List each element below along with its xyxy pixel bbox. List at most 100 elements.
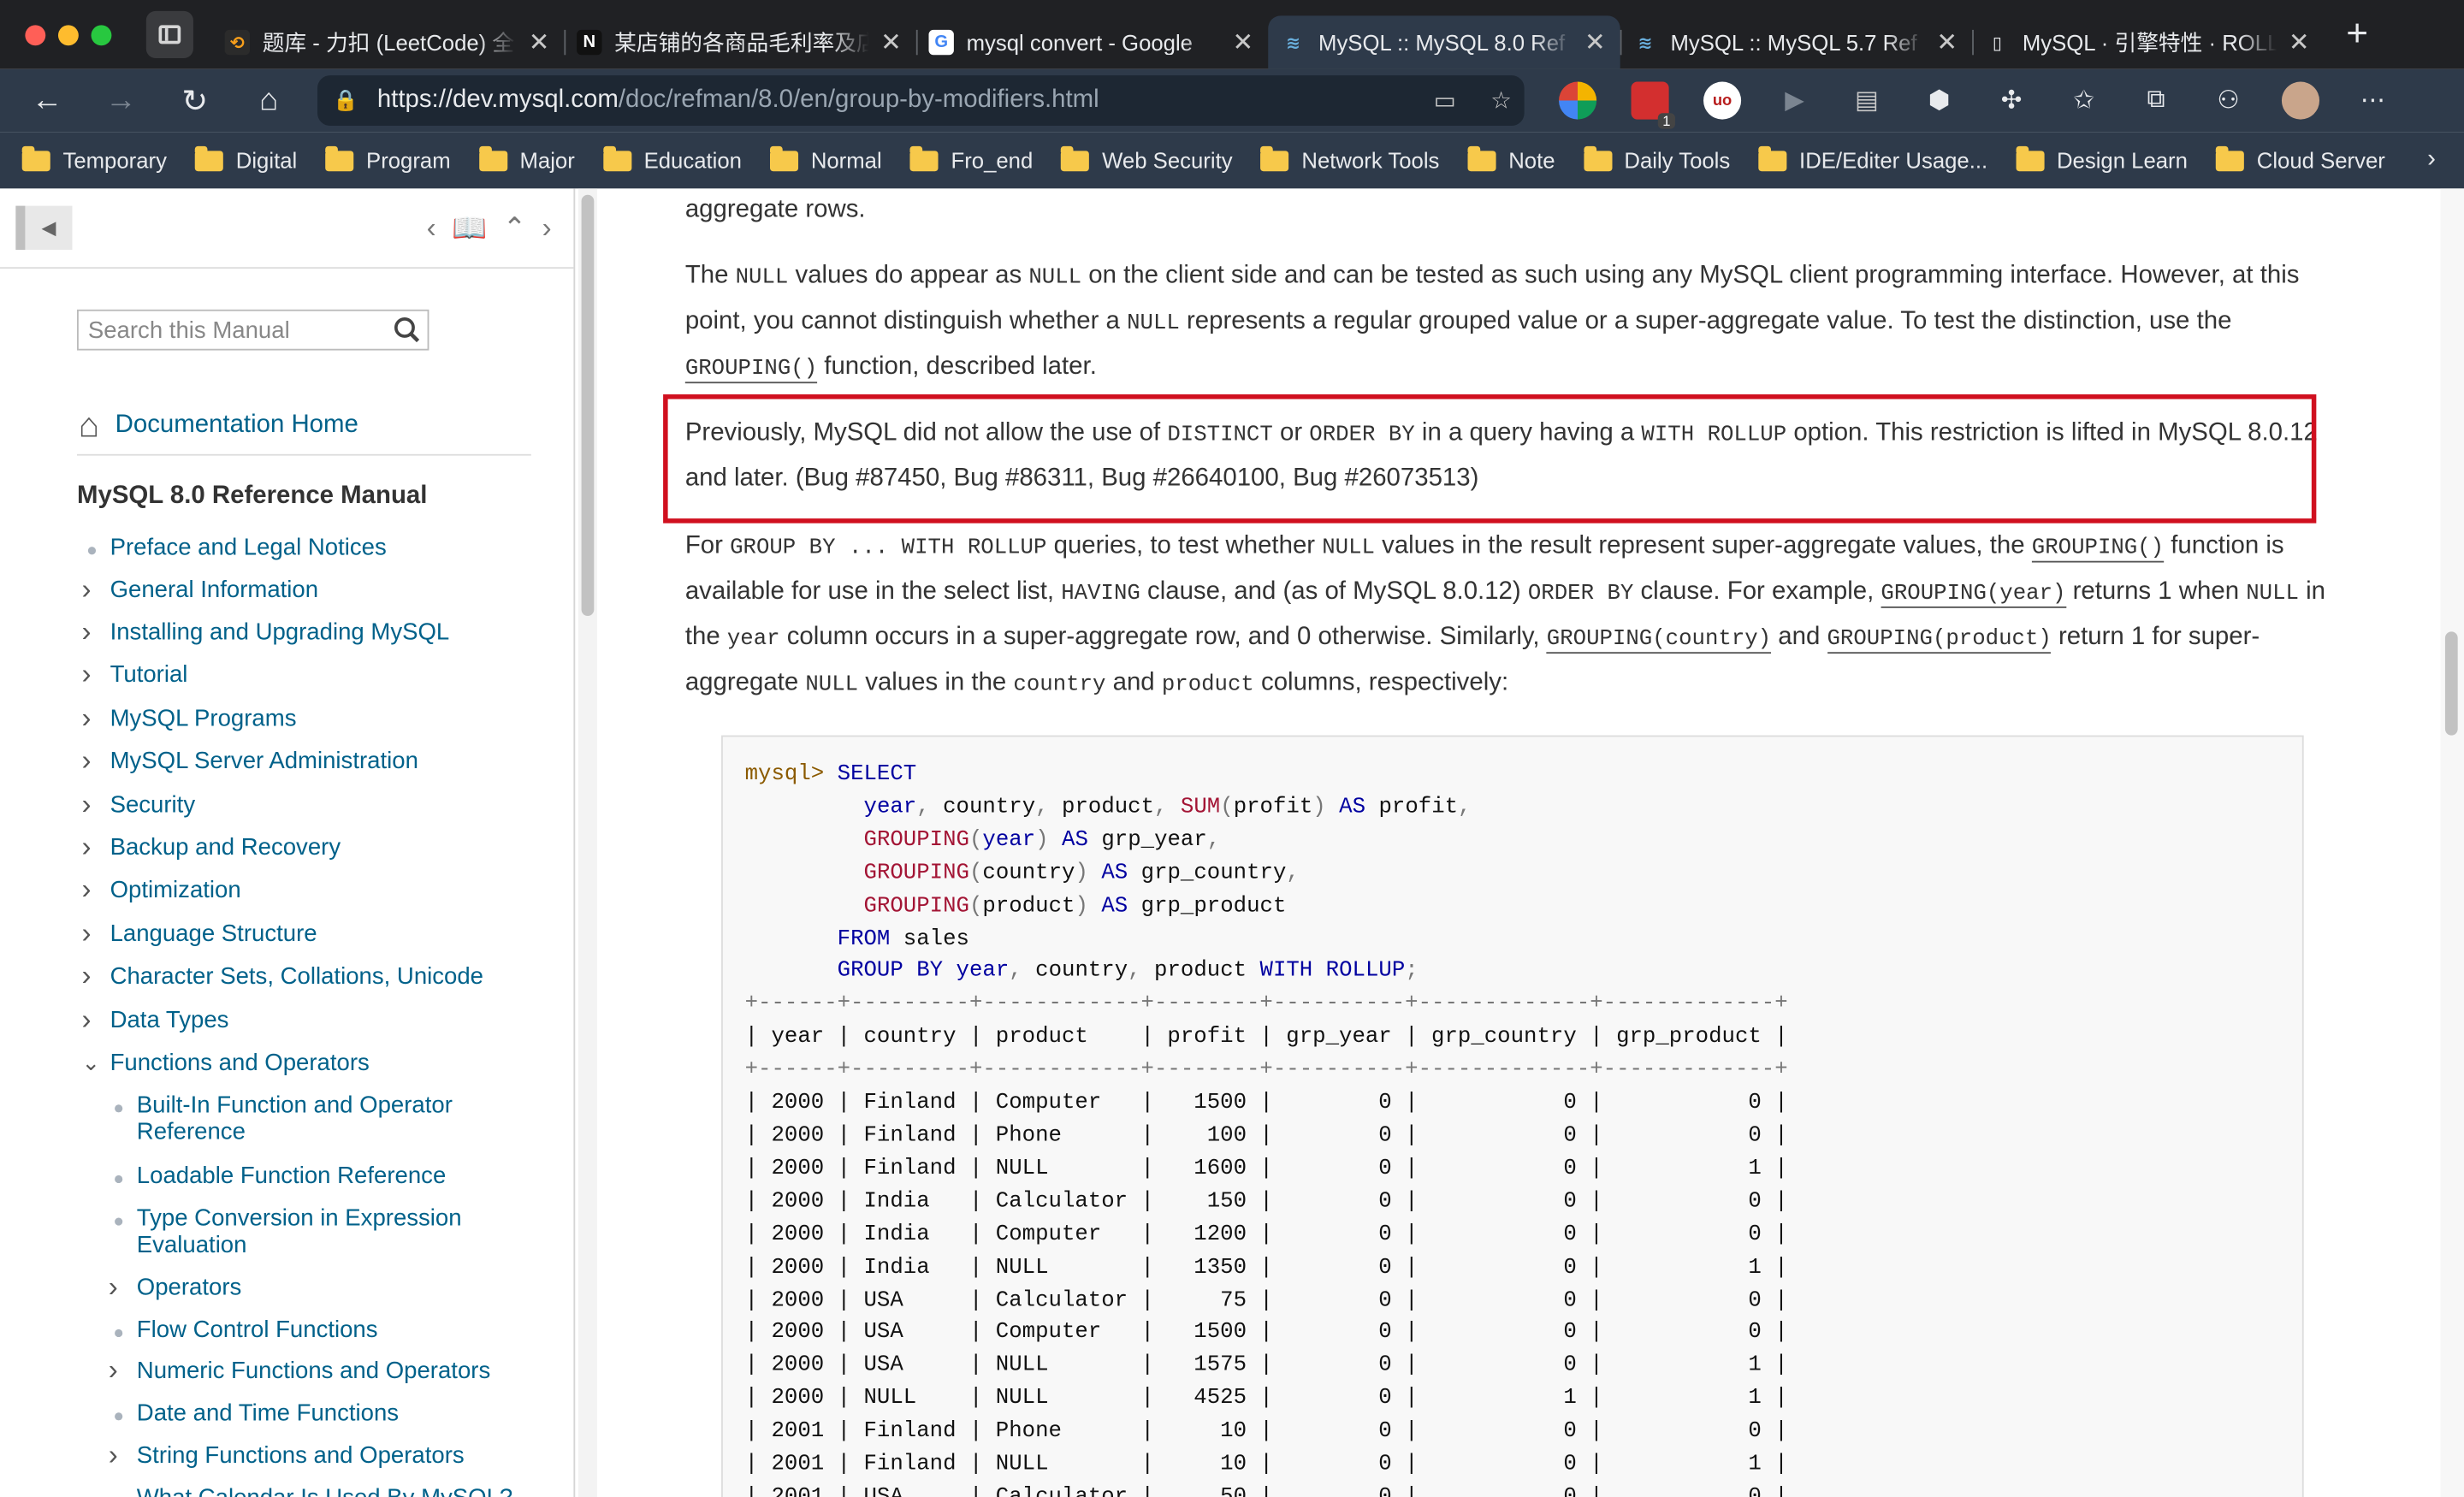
back-icon[interactable]: ←	[21, 74, 74, 127]
function-link[interactable]: GROUPING()	[2031, 535, 2165, 563]
chevron-down-icon[interactable]: ⌄	[82, 1050, 110, 1076]
up-page-icon[interactable]: ⌃	[503, 211, 527, 245]
chevron-right-icon[interactable]: ›	[82, 790, 110, 819]
ublock-origin-icon[interactable]: uo	[1703, 81, 1742, 120]
toc-item[interactable]: › Character Sets, Collations, Unicode	[82, 962, 554, 990]
close-tab-icon[interactable]: ✕	[2286, 27, 2311, 58]
toc-item[interactable]: Built-In Function and Operator Reference	[82, 1092, 554, 1145]
toc-item[interactable]: › Operators	[82, 1273, 554, 1301]
bookmark-folder[interactable]: Note	[1467, 145, 1555, 173]
close-tab-icon[interactable]: ✕	[879, 27, 903, 58]
new-tab-button[interactable]: +	[2346, 13, 2368, 56]
function-link[interactable]: GROUPING(country)	[1546, 626, 1772, 654]
bookmark-folder[interactable]: Network Tools	[1260, 145, 1439, 173]
toc-item[interactable]: › MySQL Programs	[82, 704, 554, 732]
chevron-right-icon[interactable]: ›	[109, 1273, 137, 1301]
next-page-icon[interactable]: ›	[542, 211, 552, 245]
browser-tab[interactable]: ⟲ 题库 - 力扣 (LeetCode) 全 ✕	[212, 15, 564, 68]
profile-switch-icon[interactable]: ⚇	[2209, 82, 2247, 120]
bookmarks-overflow-icon[interactable]: ›	[2427, 146, 2436, 175]
favorites-icon[interactable]: ✩	[2064, 82, 2102, 120]
book-icon[interactable]: 📖	[452, 211, 487, 245]
bookmark-folder[interactable]: Education	[602, 145, 742, 173]
toc-item[interactable]: › Optimization	[82, 875, 554, 903]
bookmark-folder[interactable]: Fro_end	[909, 145, 1033, 173]
bookmark-folder[interactable]: Normal	[770, 145, 882, 173]
toc-item[interactable]: Flow Control Functions	[82, 1317, 554, 1343]
chevron-right-icon[interactable]: ›	[82, 575, 110, 603]
reading-list-icon[interactable]: ▤	[1848, 82, 1886, 120]
bookmark-folder[interactable]: Temporary	[21, 145, 167, 173]
bookmark-folder[interactable]: IDE/Editer Usage...	[1758, 145, 1987, 173]
chevron-right-icon[interactable]: ›	[82, 746, 110, 774]
toc-item[interactable]: › Security	[82, 790, 554, 819]
maximize-window-button[interactable]	[91, 24, 112, 45]
collections-icon[interactable]: ⧉	[2137, 82, 2175, 120]
toc-item[interactable]: › Numeric Functions and Operators	[82, 1356, 554, 1384]
reader-view-icon[interactable]: ▭	[1434, 86, 1456, 115]
toc-item[interactable]: › Installing and Upgrading MySQL	[82, 618, 554, 646]
search-manual-input[interactable]: Search this Manual	[77, 309, 429, 351]
toc-item[interactable]: ⌄ Functions and Operators	[82, 1050, 554, 1076]
collapse-sidebar-button[interactable]: ◀	[15, 205, 73, 251]
page-scrollbar[interactable]	[2440, 188, 2464, 1497]
chevron-right-icon[interactable]: ›	[82, 618, 110, 646]
close-tab-icon[interactable]: ✕	[526, 27, 551, 58]
toc-item[interactable]: › Language Structure	[82, 919, 554, 947]
extensions-puzzle-icon[interactable]: ✣	[1993, 82, 2030, 120]
sidebar-scrollbar[interactable]	[578, 188, 597, 1497]
bookmark-folder[interactable]: Major	[478, 145, 575, 173]
bookmark-folder[interactable]: Web Security	[1061, 145, 1233, 173]
close-tab-icon[interactable]: ✕	[1934, 27, 1959, 58]
tab-overview-icon[interactable]	[145, 10, 193, 58]
avatar[interactable]	[2281, 81, 2320, 120]
toc-item[interactable]: › MySQL Server Administration	[82, 746, 554, 774]
play-icon[interactable]: ▶	[1776, 82, 1814, 120]
browser-tab[interactable]: ≋ MySQL :: MySQL 5.7 Ref ✕	[1620, 15, 1972, 68]
bookmark-folder[interactable]: Daily Tools	[1583, 145, 1730, 173]
cube-extension-icon[interactable]: ⬢	[1920, 82, 1958, 120]
search-icon[interactable]	[387, 311, 428, 349]
browser-tab[interactable]: N 某店铺的各商品毛利率及店 ✕	[564, 15, 915, 68]
bookmark-folder[interactable]: Program	[325, 145, 451, 173]
browser-tab[interactable]: ≋ MySQL :: MySQL 8.0 Ref ✕	[1268, 15, 1620, 69]
function-link[interactable]: GROUPING(year)	[1881, 581, 2066, 608]
chevron-right-icon[interactable]: ›	[109, 1441, 137, 1469]
reload-icon[interactable]: ↻	[169, 74, 222, 127]
bookmark-folder[interactable]: Design Learn	[2016, 145, 2188, 173]
chevron-right-icon[interactable]: ›	[109, 1356, 137, 1384]
calendar-extension-icon[interactable]: 1	[1631, 81, 1675, 129]
function-link[interactable]: GROUPING()	[684, 357, 818, 384]
chevron-right-icon[interactable]: ›	[82, 1006, 110, 1034]
toc-item[interactable]: What Calendar Is Used By MySQL?	[82, 1485, 554, 1497]
toc-item[interactable]: Loadable Function Reference	[82, 1163, 554, 1189]
add-favorite-icon[interactable]: ☆	[1490, 86, 1512, 115]
documentation-home-link[interactable]: ⌂ Documentation Home	[79, 405, 358, 447]
browser-tab[interactable]: Gmysql convert - Google ✕	[915, 15, 1268, 68]
close-window-button[interactable]	[25, 24, 46, 45]
chevron-right-icon[interactable]: ›	[82, 962, 110, 990]
toc-item[interactable]: Date and Time Functions	[82, 1400, 554, 1427]
more-menu-icon[interactable]: ⋯	[2354, 82, 2391, 120]
bookmark-folder[interactable]: Cloud Server	[2215, 145, 2385, 173]
toc-item[interactable]: Type Conversion in Expression Evaluation	[82, 1205, 554, 1258]
close-tab-icon[interactable]: ✕	[1230, 27, 1255, 58]
chevron-right-icon[interactable]: ›	[82, 832, 110, 861]
bookmark-folder[interactable]: Digital	[195, 145, 297, 173]
color-extension-icon[interactable]	[1559, 81, 1597, 120]
home-icon[interactable]: ⌂	[242, 74, 295, 127]
forward-icon[interactable]: →	[94, 74, 147, 127]
previous-page-icon[interactable]: ‹	[427, 211, 436, 245]
toc-item[interactable]: › Tutorial	[82, 660, 554, 688]
chevron-right-icon[interactable]: ›	[82, 660, 110, 688]
browser-tab[interactable]: ▯ MySQL · 引擎特性 · ROLL ✕	[1972, 15, 2324, 68]
address-bar[interactable]: 🔒 https://dev.mysql.com/doc/refman/8.0/e…	[317, 75, 1525, 126]
toc-item[interactable]: › Backup and Recovery	[82, 832, 554, 861]
chevron-right-icon[interactable]: ›	[82, 919, 110, 947]
close-tab-icon[interactable]: ✕	[1583, 27, 1608, 58]
toc-item[interactable]: › String Functions and Operators	[82, 1441, 554, 1469]
minimize-window-button[interactable]	[57, 24, 79, 45]
toc-item[interactable]: › General Information	[82, 575, 554, 603]
chevron-right-icon[interactable]: ›	[82, 875, 110, 903]
toc-item[interactable]: › Data Types	[82, 1006, 554, 1034]
